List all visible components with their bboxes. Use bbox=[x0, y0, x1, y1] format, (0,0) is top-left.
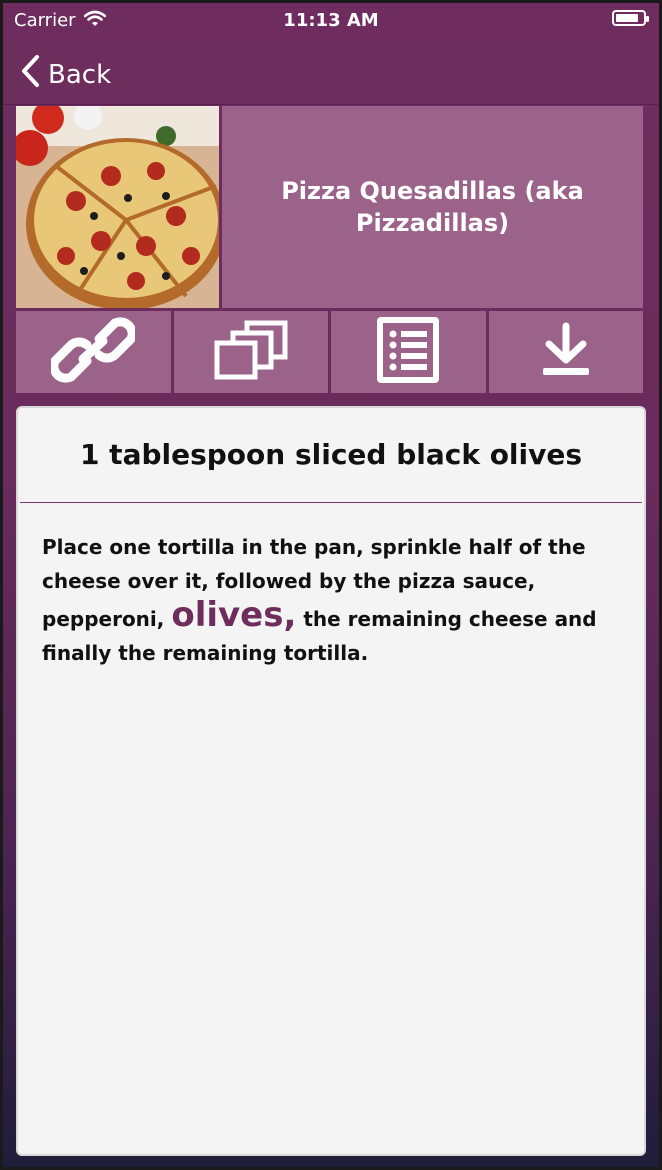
download-icon bbox=[539, 322, 593, 382]
instruction-text: Place one tortilla in the pan, sprinkle … bbox=[42, 530, 620, 670]
download-button[interactable] bbox=[488, 311, 643, 393]
chevron-left-icon bbox=[20, 54, 48, 95]
recipe-title-panel: Pizza Quesadillas (aka Pizzadillas) bbox=[222, 106, 643, 308]
highlighted-ingredient: olives, bbox=[171, 595, 297, 635]
back-button[interactable]: Back bbox=[20, 54, 111, 95]
recipe-photo bbox=[16, 106, 219, 308]
clock: 11:13 AM bbox=[283, 10, 379, 31]
ingredients-list-button[interactable] bbox=[331, 311, 486, 393]
link-icon bbox=[49, 315, 137, 389]
link-button[interactable] bbox=[16, 311, 171, 393]
recipe-header: Pizza Quesadillas (aka Pizzadillas) bbox=[16, 106, 643, 308]
list-icon bbox=[373, 315, 443, 389]
copy-button[interactable] bbox=[173, 311, 328, 393]
back-label: Back bbox=[48, 59, 112, 90]
battery-icon bbox=[612, 10, 649, 26]
divider bbox=[20, 502, 642, 503]
action-toolbar bbox=[16, 311, 643, 393]
step-card: 1 tablespoon sliced black olives Place o… bbox=[16, 406, 646, 1156]
recipe-title: Pizza Quesadillas (aka Pizzadillas) bbox=[281, 177, 584, 237]
ingredient-heading: 1 tablespoon sliced black olives bbox=[79, 438, 583, 471]
navigation-bar: Back bbox=[0, 40, 662, 105]
status-bar: Carrier 11:13 AM bbox=[0, 0, 662, 40]
copy-icon bbox=[213, 319, 289, 385]
